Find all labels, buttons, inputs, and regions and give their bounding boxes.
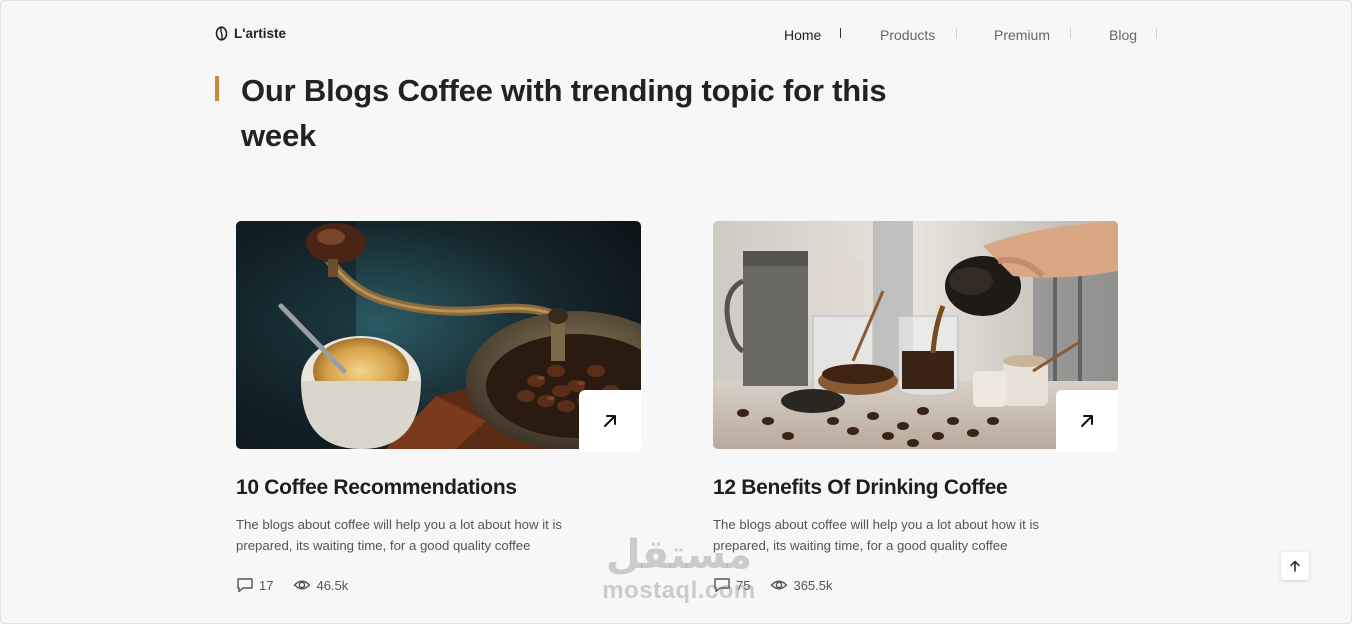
comments-value: 17 bbox=[259, 577, 274, 593]
section-title: Our Blogs Coffee with trending topic for… bbox=[241, 73, 887, 153]
eye-icon bbox=[293, 580, 311, 590]
section-accent-bar bbox=[215, 76, 219, 101]
arrow-up-right-icon bbox=[1081, 415, 1093, 427]
blog-card-image[interactable] bbox=[236, 221, 641, 452]
nav-separator bbox=[840, 28, 841, 38]
blog-card-meta: 75 365.5k bbox=[713, 577, 1118, 593]
blog-card-title[interactable]: 10 Coffee Recommendations bbox=[236, 475, 641, 501]
arrow-up-icon bbox=[1290, 560, 1300, 572]
nav-item-premium[interactable]: Premium bbox=[994, 26, 1050, 44]
arrow-up-right-icon bbox=[604, 415, 616, 427]
nav-separator bbox=[956, 28, 957, 38]
logo[interactable]: L'artiste bbox=[215, 26, 286, 41]
scroll-to-top-button[interactable] bbox=[1281, 552, 1309, 580]
eye-icon bbox=[770, 580, 788, 590]
blog-card-title[interactable]: 12 Benefits Of Drinking Coffee bbox=[713, 475, 1118, 501]
coffee-bean-icon bbox=[215, 26, 228, 41]
blog-card-meta: 17 46.5k bbox=[236, 577, 641, 593]
views-count: 365.5k bbox=[770, 577, 833, 593]
blog-card-description: The blogs about coffee will help you a l… bbox=[236, 517, 562, 553]
blog-card: 12 Benefits Of Drinking Coffee The blogs… bbox=[713, 221, 1118, 593]
comments-count: 17 bbox=[236, 577, 273, 593]
views-count: 46.5k bbox=[293, 577, 348, 593]
nav-separator bbox=[1070, 28, 1071, 38]
comments-count: 75 bbox=[713, 577, 750, 593]
nav-item-home[interactable]: Home bbox=[784, 26, 821, 44]
read-more-button[interactable] bbox=[1056, 390, 1118, 452]
blog-card-image[interactable] bbox=[713, 221, 1118, 452]
read-more-button[interactable] bbox=[579, 390, 641, 452]
nav-item-products[interactable]: Products bbox=[880, 26, 935, 44]
logo-text: L'artiste bbox=[234, 26, 286, 41]
views-value: 46.5k bbox=[316, 577, 349, 593]
blog-card-description: The blogs about coffee will help you a l… bbox=[713, 517, 1039, 553]
nav-separator bbox=[1156, 28, 1157, 38]
main-nav: Home Products Premium Blog bbox=[760, 26, 1160, 44]
comment-icon bbox=[237, 578, 253, 593]
nav-item-blog[interactable]: Blog bbox=[1109, 26, 1137, 44]
comments-value: 75 bbox=[736, 577, 751, 593]
blog-card: 10 Coffee Recommendations The blogs abou… bbox=[236, 221, 641, 593]
comment-icon bbox=[714, 578, 730, 593]
views-value: 365.5k bbox=[793, 577, 833, 593]
